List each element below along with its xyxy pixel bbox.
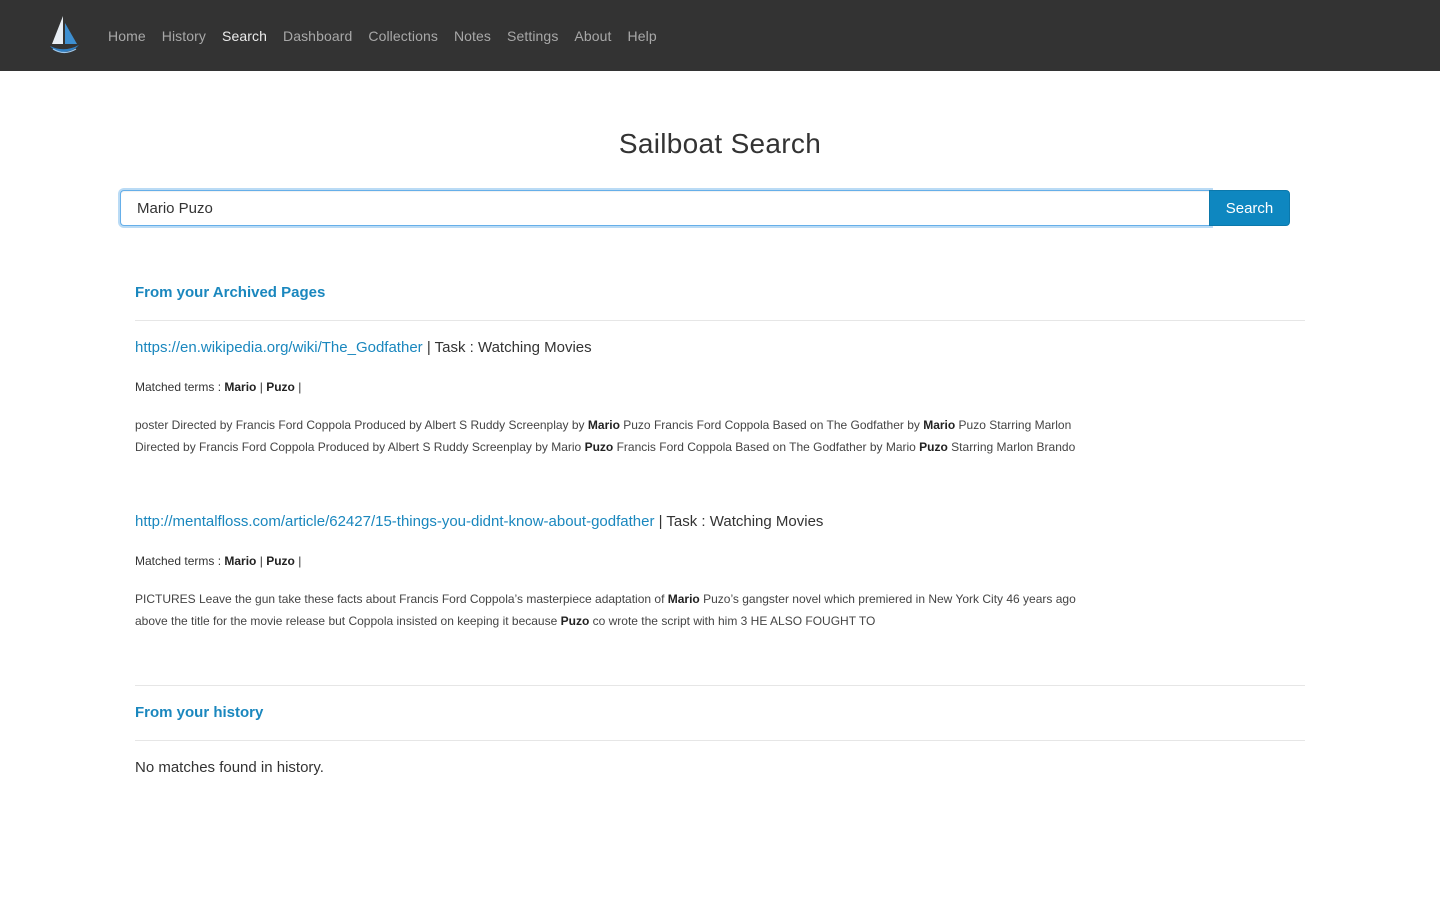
snippet-line: above the title for the movie release bu… xyxy=(135,610,1135,632)
highlighted-term: Mario xyxy=(587,418,620,432)
snippet-text: above the title for the movie release bu… xyxy=(135,614,561,628)
nav-item-settings[interactable]: Settings xyxy=(499,28,566,44)
snippet-text: Directed by Francis Ford Coppola Produce… xyxy=(135,440,585,454)
nav-item-search[interactable]: Search xyxy=(214,28,275,44)
snippet-text: PICTURES Leave the gun take these facts … xyxy=(135,592,668,606)
matched-term: Mario xyxy=(224,554,257,568)
snippet-text: Starring Marlon Brando xyxy=(947,440,1076,454)
archived-pages-heading: From your Archived Pages xyxy=(135,284,326,301)
matched-term: Mario xyxy=(224,380,257,394)
task-prefix: | Task : xyxy=(422,339,478,356)
result-link[interactable]: https://en.wikipedia.org/wiki/The_Godfat… xyxy=(135,339,423,356)
nav-item-dashboard[interactable]: Dashboard xyxy=(275,28,360,44)
highlighted-term: Mario xyxy=(667,592,700,606)
nav-links: Home History Search Dashboard Collections Not… xyxy=(100,0,665,71)
snippet-text: Puzo Starring Marlon xyxy=(955,418,1072,432)
snippet-line: PICTURES Leave the gun take these facts … xyxy=(135,588,1135,610)
task-name: Watching Movies xyxy=(477,339,592,356)
result-snippet: poster Directed by Francis Ford Coppola … xyxy=(135,414,1135,458)
nav-item-help[interactable]: Help xyxy=(620,28,665,44)
matched-terms-label: Matched terms : xyxy=(135,380,225,394)
matched-terms: Matched terms : Mario | Puzo | xyxy=(135,380,302,394)
matched-term: Puzo xyxy=(266,380,295,394)
snippet-text: Puzo’s gangster novel which premiered in… xyxy=(699,592,1076,606)
snippet-text: Puzo Francis Ford Coppola Based on The G… xyxy=(619,418,924,432)
matched-term: Puzo xyxy=(266,554,295,568)
divider xyxy=(135,320,1305,321)
sailboat-logo-icon[interactable] xyxy=(46,13,82,55)
highlighted-term: Puzo xyxy=(560,614,590,628)
task-prefix: | Task : xyxy=(654,513,710,530)
snippet-text: co wrote the script with him 3 HE ALSO F… xyxy=(589,614,876,628)
snippet-line: Directed by Francis Ford Coppola Produce… xyxy=(135,436,1135,458)
divider xyxy=(135,740,1305,741)
result-link[interactable]: http://mentalfloss.com/article/62427/15-… xyxy=(135,513,654,530)
history-heading: From your history xyxy=(135,704,264,721)
task-name: Watching Movies xyxy=(709,513,824,530)
result-title-line: https://en.wikipedia.org/wiki/The_Godfat… xyxy=(135,339,592,356)
highlighted-term: Mario xyxy=(923,418,956,432)
page-title: Sailboat Search xyxy=(618,128,822,159)
nav-item-notes[interactable]: Notes xyxy=(446,28,499,44)
search-input[interactable] xyxy=(120,190,1211,226)
top-navbar: Home History Search Dashboard Collections Not… xyxy=(0,0,1440,71)
nav-item-history[interactable]: History xyxy=(154,28,214,44)
result-title-line: http://mentalfloss.com/article/62427/15-… xyxy=(135,513,823,530)
history-empty-message: No matches found in history. xyxy=(135,759,324,776)
search-button[interactable]: Search xyxy=(1209,190,1290,226)
snippet-text: poster Directed by Francis Ford Coppola … xyxy=(135,418,588,432)
nav-item-home[interactable]: Home xyxy=(100,28,154,44)
result-snippet: PICTURES Leave the gun take these facts … xyxy=(135,588,1135,632)
nav-item-collections[interactable]: Collections xyxy=(360,28,446,44)
divider xyxy=(135,685,1305,686)
snippet-line: poster Directed by Francis Ford Coppola … xyxy=(135,414,1135,436)
nav-item-about[interactable]: About xyxy=(566,28,619,44)
highlighted-term: Puzo xyxy=(584,440,614,454)
matched-terms-label: Matched terms : xyxy=(135,554,225,568)
matched-terms: Matched terms : Mario | Puzo | xyxy=(135,554,302,568)
highlighted-term: Puzo xyxy=(919,440,948,454)
snippet-text: Francis Ford Coppola Based on The Godfat… xyxy=(613,440,920,454)
